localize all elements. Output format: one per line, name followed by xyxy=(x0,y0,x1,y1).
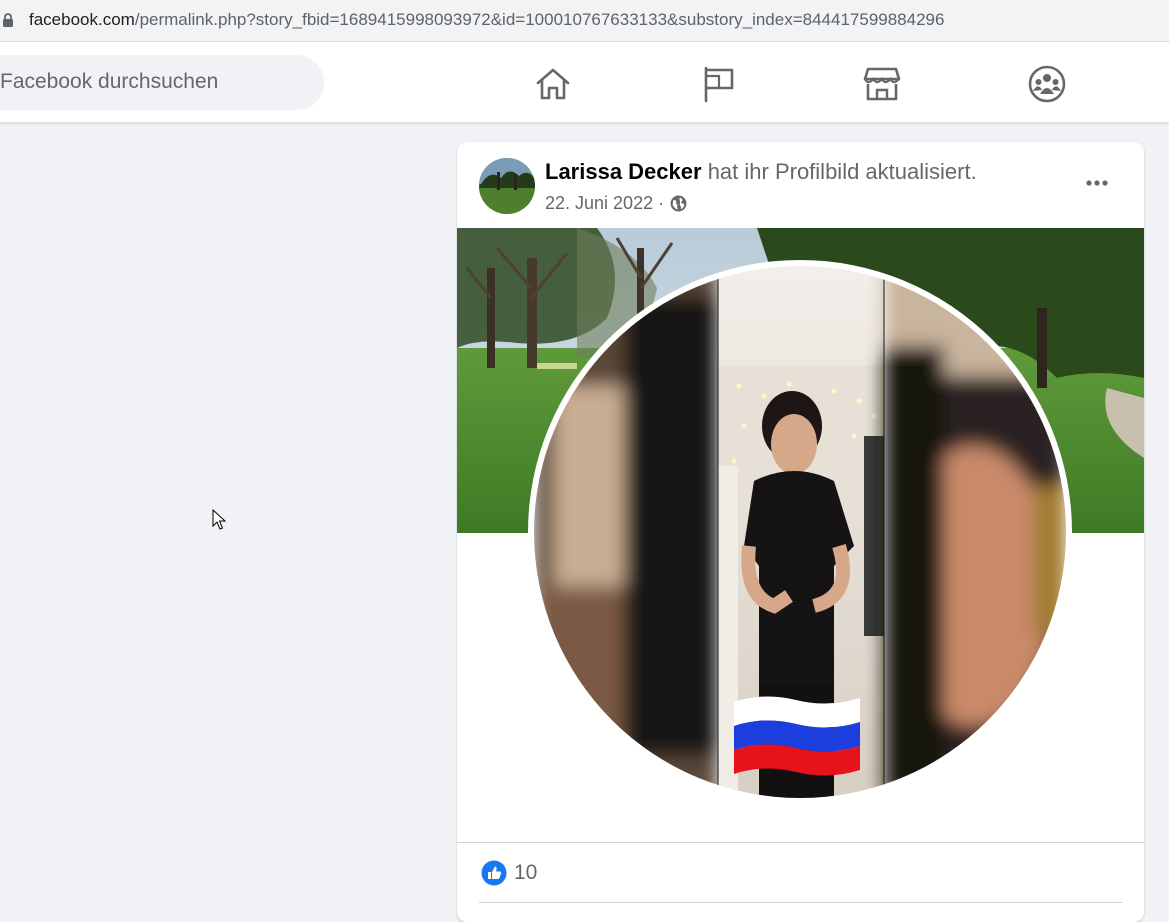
url-text[interactable]: facebook.com/permalink.php?story_fbid=16… xyxy=(29,10,944,30)
author-avatar[interactable] xyxy=(479,158,535,214)
more-options-icon[interactable] xyxy=(1081,172,1113,192)
pages-flag-icon[interactable] xyxy=(699,64,739,104)
url-host: facebook.com xyxy=(29,10,135,29)
actions-divider xyxy=(479,902,1122,903)
post-date[interactable]: 22. Juni 2022 · xyxy=(545,193,664,214)
search-input-placeholder: Facebook durchsuchen xyxy=(0,70,219,93)
post-action-text: hat ihr Profilbild aktualisiert. xyxy=(707,159,977,184)
profile-picture[interactable] xyxy=(534,266,1066,798)
groups-icon[interactable] xyxy=(1027,64,1067,104)
author-name[interactable]: Larissa Decker xyxy=(545,159,702,184)
post-card: Larissa Decker hat ihr Profilbild aktual… xyxy=(457,142,1144,922)
search-field[interactable]: Facebook durchsuchen xyxy=(0,55,324,110)
globe-icon[interactable] xyxy=(670,195,687,212)
home-icon[interactable] xyxy=(533,64,573,104)
like-count: 10 xyxy=(514,861,538,884)
reactions-divider xyxy=(457,842,1144,843)
marketplace-icon[interactable] xyxy=(862,64,902,104)
top-navigation-bar: Facebook durchsuchen xyxy=(0,41,1169,122)
post-header: Larissa Decker hat ihr Profilbild aktual… xyxy=(545,159,977,185)
reaction-summary[interactable]: 10 xyxy=(481,860,537,886)
url-path: /permalink.php?story_fbid=16894159980939… xyxy=(134,10,945,29)
post-meta: 22. Juni 2022 · xyxy=(545,193,687,214)
mouse-cursor-icon xyxy=(212,509,226,530)
lock-icon xyxy=(3,13,13,27)
like-reaction-icon xyxy=(481,860,507,886)
address-bar[interactable]: facebook.com/permalink.php?story_fbid=16… xyxy=(0,0,1169,40)
